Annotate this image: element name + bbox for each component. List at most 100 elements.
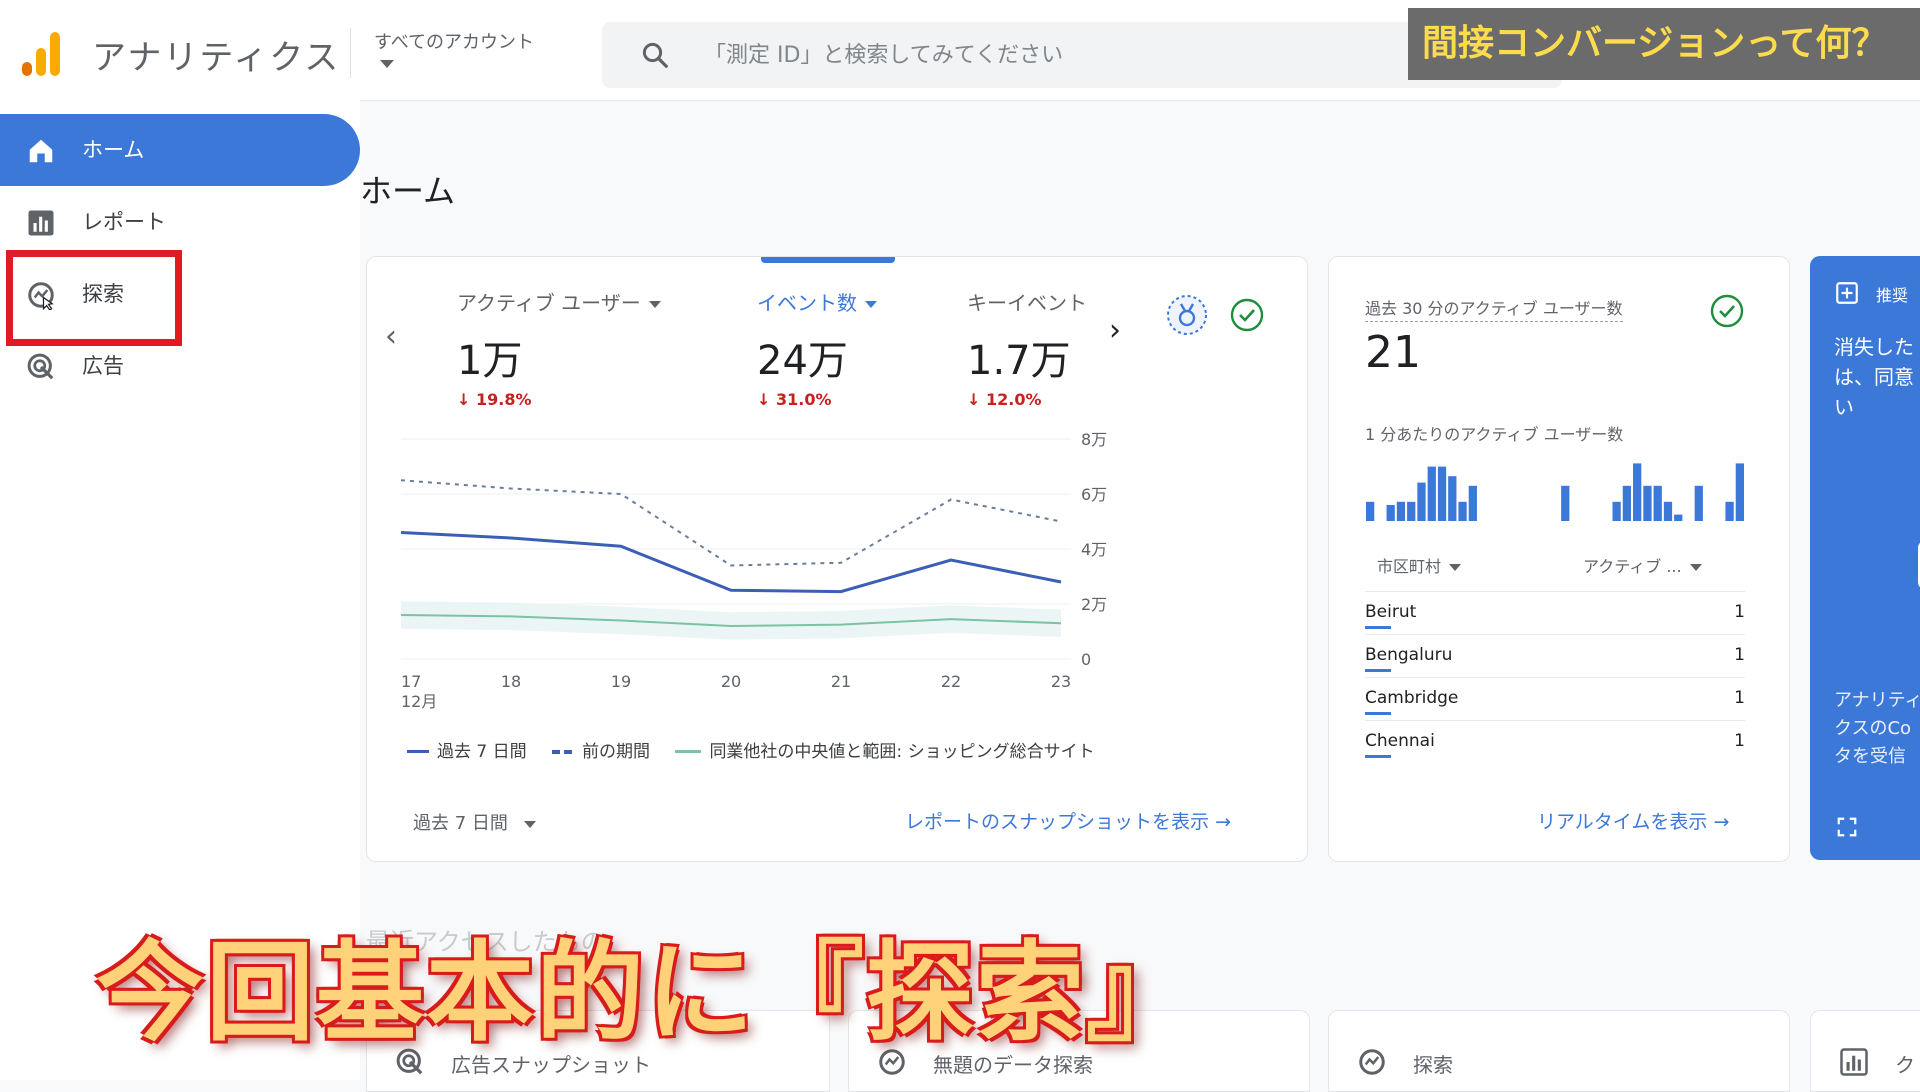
minute-bar <box>1448 476 1457 521</box>
metric-value: 24万 <box>757 338 848 384</box>
metric-change: 31.0% <box>775 390 832 409</box>
x-tick-label: 22 <box>941 672 961 691</box>
per-minute-bar-chart <box>1366 463 1744 521</box>
search-icon[interactable] <box>640 40 670 70</box>
minute-bar <box>1366 501 1375 521</box>
sidebar-item-reports[interactable]: レポート <box>0 186 360 258</box>
metric-value: 1万 <box>457 338 523 384</box>
ads-icon <box>27 353 54 380</box>
minute-bar <box>1663 501 1673 521</box>
home-icon <box>29 139 53 163</box>
view-realtime-link[interactable]: リアルタイムを表示 → <box>1537 807 1729 834</box>
metric-value: 1.7万 <box>967 338 1071 384</box>
minute-bar <box>1437 466 1447 521</box>
metric-label: イベント数 <box>757 291 857 315</box>
add-box-icon <box>1836 282 1858 304</box>
chevron-down-icon[interactable] <box>380 60 394 68</box>
chevron-right-icon[interactable]: › <box>1109 313 1121 348</box>
x-tick-label: 17 <box>401 672 421 691</box>
sidebar-item-home[interactable]: ホーム <box>0 114 360 186</box>
recommendation-footer: タを受信 <box>1834 746 1906 767</box>
minute-bar <box>1674 514 1683 521</box>
sidebar-item-label: 広告 <box>82 354 124 378</box>
active-tab-indicator <box>761 257 895 263</box>
minute-bar <box>1561 485 1570 521</box>
recent-item-label: ク <box>1895 1053 1915 1077</box>
column-header-active[interactable]: アクティブ ... <box>1583 553 1702 577</box>
check-circle-icon <box>1230 298 1264 332</box>
x-tick-label: 19 <box>611 672 631 691</box>
recommendation-header: 推奨 <box>1876 286 1909 305</box>
minute-bar <box>1417 482 1426 521</box>
chart-legend: 過去 7 日間 前の期間 同業他社の中央値と範囲: ショッピング総合サイト <box>407 737 1115 762</box>
date-range-selector[interactable]: 過去 7 日間 <box>413 809 536 835</box>
minute-bar <box>1633 463 1642 521</box>
analytics-logo-icon[interactable] <box>22 32 62 76</box>
illustration-person-icon <box>1918 542 1920 588</box>
chevron-down-icon <box>648 301 661 308</box>
metric-event-count[interactable]: イベント数 24万 ↓ 31.0% <box>757 287 987 409</box>
chevron-left-icon[interactable]: ‹ <box>385 319 397 354</box>
minute-bar <box>1735 463 1744 521</box>
chevron-down-icon <box>1449 564 1462 571</box>
overview-card: ‹ アクティブ ユーザー 1万 ↓ 19.8% イベント数 24万 ↓ 31.0… <box>366 256 1308 862</box>
realtime-sub-label: 1 分あたりのアクティブ ユーザー数 <box>1365 425 1624 444</box>
minute-bar <box>1653 485 1662 521</box>
expand-icon[interactable] <box>1836 816 1858 838</box>
x-tick-sublabel: 12月 <box>401 692 437 711</box>
metric-label: キーイベント <box>967 291 1087 315</box>
chevron-down-icon <box>865 301 877 308</box>
table-row: Bengaluru 1 <box>1365 634 1745 677</box>
minute-bar <box>1725 501 1734 521</box>
realtime-card: 過去 30 分のアクティブ ユーザー数 21 1 分あたりのアクティブ ユーザー… <box>1328 256 1790 862</box>
arrow-right-icon: → <box>1215 811 1231 833</box>
insights-badge-icon[interactable] <box>1165 293 1209 337</box>
legend-item: 過去 7 日間 <box>407 742 527 762</box>
recommendation-card[interactable]: 推奨 消失した は、同意 い アナリティ クスのCo タを受信 <box>1810 256 1920 860</box>
x-tick-label: 18 <box>501 672 521 691</box>
minute-bar <box>1643 485 1652 521</box>
column-header-city[interactable]: 市区町村 <box>1377 553 1462 577</box>
sidebar-item-label: ホーム <box>82 138 145 162</box>
realtime-value: 21 <box>1365 327 1421 378</box>
video-caption: 今回基本的に『探索』 <box>96 930 1197 1056</box>
x-tick-label: 23 <box>1051 672 1071 691</box>
metric-change: 19.8% <box>475 390 532 409</box>
metric-active-users[interactable]: アクティブ ユーザー 1万 ↓ 19.8% <box>457 287 687 409</box>
metric-key-events[interactable]: キーイベント 1.7万 ↓ 12.0% <box>967 287 1197 409</box>
y-tick-label: 2万 <box>1081 595 1107 614</box>
minute-bar <box>1407 501 1416 521</box>
search-input[interactable] <box>702 34 1506 76</box>
arrow-right-icon: → <box>1713 811 1730 833</box>
divider <box>350 28 351 78</box>
app-name: アナリティクス <box>92 38 341 78</box>
recommendation-footer: アナリティ <box>1834 690 1920 711</box>
legend-swatch-band-icon <box>675 750 702 753</box>
table-row: Chennai 1 <box>1365 720 1745 763</box>
minute-bar <box>1622 485 1632 521</box>
bar-chart-icon <box>1840 1048 1868 1076</box>
bar-chart-icon <box>28 210 54 236</box>
recommendation-footer: クスのCo <box>1834 718 1912 739</box>
minute-bar <box>1386 505 1395 521</box>
x-tick-label: 21 <box>831 672 851 691</box>
table-row: Cambridge 1 <box>1365 677 1745 720</box>
x-tick-label: 20 <box>721 672 741 691</box>
recent-item-label: 探索 <box>1413 1053 1453 1077</box>
sidebar-item-label: レポート <box>82 210 166 234</box>
account-selector[interactable]: すべてのアカウント <box>374 28 534 54</box>
legend-item: 同業他社の中央値と範囲: ショッピング総合サイト <box>675 742 1095 762</box>
metric-label: アクティブ ユーザー <box>457 291 641 315</box>
view-snapshot-link[interactable]: レポートのスナップショットを表示 → <box>905 807 1231 834</box>
events-line-chart: 0 2万 4万 6万 8万 17 18 19 20 21 22 23 12月 <box>400 430 1107 711</box>
y-tick-label: 4万 <box>1081 540 1107 559</box>
check-circle-icon <box>1710 294 1744 328</box>
realtime-label: 過去 30 分のアクティブ ユーザー数 <box>1365 295 1623 322</box>
minute-bar <box>1612 501 1621 521</box>
table-row: Beirut 1 <box>1365 591 1745 634</box>
recommendation-text: は、同意 <box>1834 365 1914 389</box>
y-tick-label: 0 <box>1081 650 1091 669</box>
minute-bar <box>1458 501 1467 521</box>
explore-icon <box>1359 1049 1385 1075</box>
series-line <box>400 531 1062 594</box>
